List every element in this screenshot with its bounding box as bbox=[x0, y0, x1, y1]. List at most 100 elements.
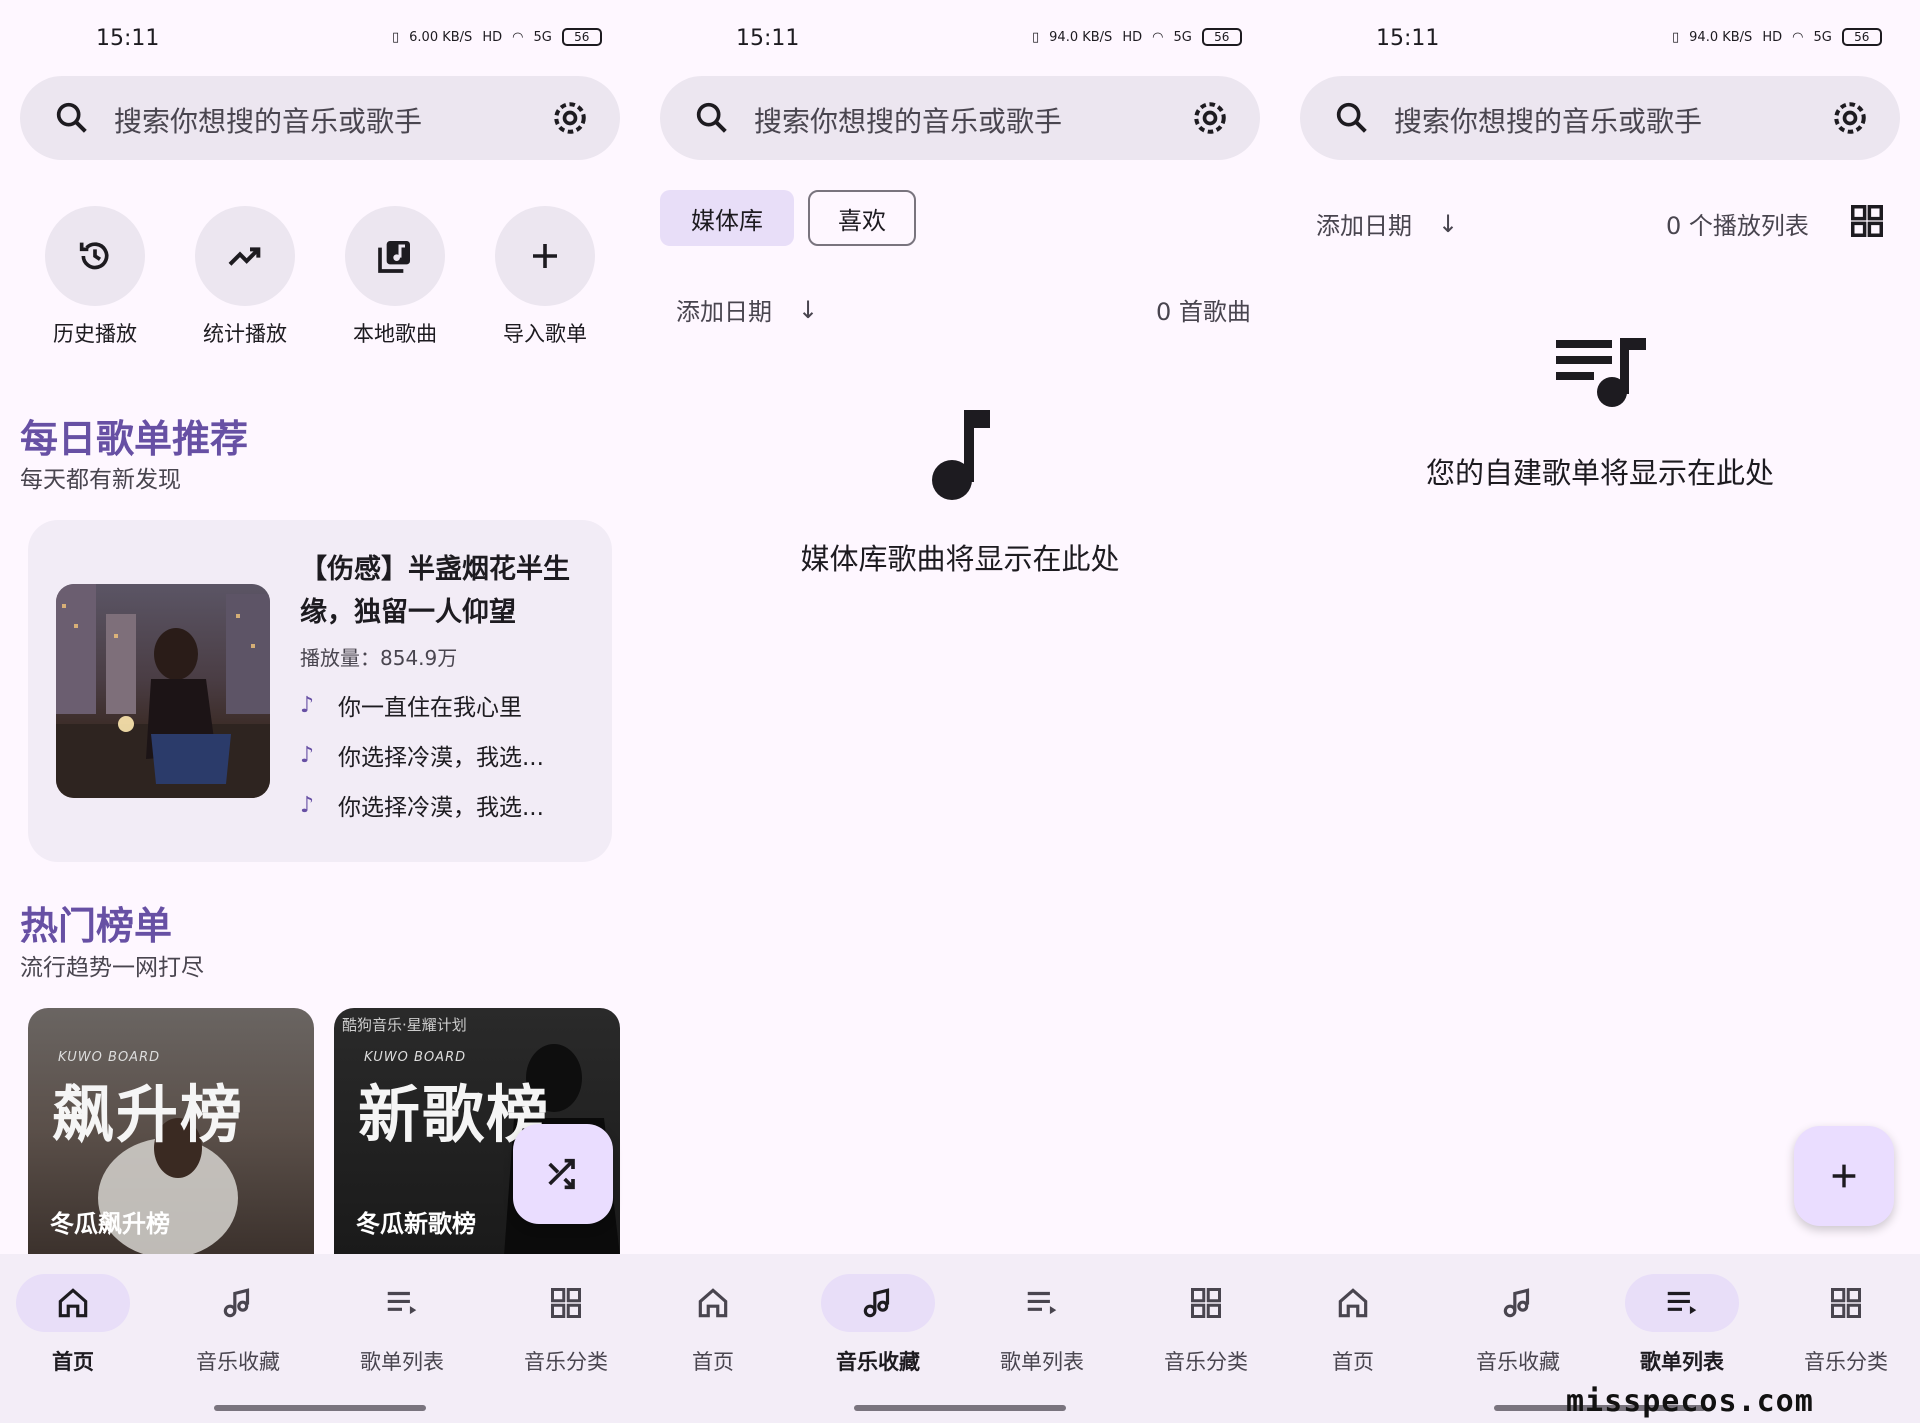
sort-label: 添加日期 bbox=[1316, 212, 1412, 240]
watermark-text: misspecos.com bbox=[1566, 1384, 1814, 1419]
gear-icon[interactable] bbox=[1828, 96, 1872, 140]
nav-home[interactable]: 首页 bbox=[1288, 1274, 1418, 1376]
vibrate-icon: ▯ bbox=[392, 29, 400, 45]
add-playlist-button[interactable] bbox=[1794, 1126, 1894, 1226]
nav-categories[interactable]: 音乐分类 bbox=[501, 1274, 631, 1376]
song-count: 0 首歌曲 bbox=[1156, 298, 1251, 326]
chart-brand: KUWO BOARD bbox=[58, 1050, 161, 1065]
nav-label: 歌单列表 bbox=[1640, 1350, 1724, 1374]
nav-label: 首页 bbox=[692, 1350, 734, 1374]
playlist-icon bbox=[387, 1291, 417, 1315]
hd-badge: HD bbox=[482, 29, 503, 45]
quick-action-stats[interactable]: 统计播放 bbox=[190, 206, 300, 348]
chart-cover-title: 飙升榜 bbox=[52, 1078, 245, 1151]
playlist-count: 0 个播放列表 bbox=[1666, 212, 1809, 240]
quick-action-local[interactable]: 本地歌曲 bbox=[340, 206, 450, 348]
music-collection-icon bbox=[863, 1288, 890, 1318]
nav-label: 首页 bbox=[1332, 1350, 1374, 1374]
sort-control[interactable]: 添加日期 ↓ bbox=[676, 292, 818, 327]
search-placeholder: 搜索你想搜的音乐或歌手 bbox=[114, 105, 423, 138]
empty-playlists-text: 您的自建歌单将显示在此处 bbox=[1425, 456, 1774, 490]
sort-control[interactable]: 添加日期 ↓ bbox=[1316, 206, 1458, 241]
search-bar[interactable]: 搜索你想搜的音乐或歌手 bbox=[660, 76, 1260, 160]
bottom-nav: 首页 音乐收藏 歌单列表 音乐分类 bbox=[0, 1254, 640, 1423]
add-icon bbox=[533, 244, 557, 268]
status-icons: ▯ 94.0 KB/S HD ◠ 5G 56 bbox=[1032, 28, 1242, 46]
gesture-bar[interactable] bbox=[214, 1405, 426, 1411]
nav-playlists[interactable]: 歌单列表 bbox=[1617, 1274, 1747, 1376]
chart-brand: KUWO BOARD bbox=[364, 1050, 467, 1065]
home-screen: 15:11 ▯ 6.00 KB/S HD ◠ 5G 56 搜索你想搜的音乐或歌手… bbox=[0, 0, 640, 1423]
library-screen: 15:11 ▯ 94.0 KB/S HD ◠ 5G 56 搜索你想搜的音乐或歌手… bbox=[640, 0, 1280, 1423]
quick-action-label: 导入歌单 bbox=[503, 322, 587, 346]
wifi-icon: ◠ bbox=[512, 29, 524, 45]
gear-icon[interactable] bbox=[1188, 96, 1232, 140]
playlists-screen: 15:11 ▯ 94.0 KB/S HD ◠ 5G 56 搜索你想搜的音乐或歌手… bbox=[1280, 0, 1920, 1423]
nav-music-collection[interactable]: 音乐收藏 bbox=[1453, 1274, 1583, 1376]
net-speed: 94.0 KB/S bbox=[1049, 29, 1113, 45]
status-icons: ▯ 6.00 KB/S HD ◠ 5G 56 bbox=[392, 28, 602, 46]
music-note-icon: ♪ bbox=[300, 792, 315, 818]
nav-home[interactable]: 首页 bbox=[8, 1274, 138, 1376]
song-item[interactable]: ♪ 你选择冷漠，我选... bbox=[300, 738, 544, 772]
search-icon bbox=[696, 102, 727, 133]
daily-playlist-card[interactable]: 【伤感】半盏烟花半生缘，独留一人仰望 播放量：854.9万 ♪ 你一直住在我心里 … bbox=[28, 520, 612, 862]
playlist-icon bbox=[1027, 1291, 1057, 1315]
quick-action-import[interactable]: 导入歌单 bbox=[490, 206, 600, 348]
category-grid-icon bbox=[551, 1288, 581, 1318]
home-icon bbox=[58, 1288, 88, 1318]
grid-view-icon[interactable] bbox=[1848, 202, 1886, 240]
playlist-title: 【伤感】半盏烟花半生缘，独留一人仰望 bbox=[300, 554, 570, 628]
nav-label: 歌单列表 bbox=[1000, 1350, 1084, 1374]
music-collection-icon bbox=[223, 1288, 250, 1318]
playlist-cover bbox=[56, 584, 270, 798]
signal-label: 5G bbox=[533, 29, 552, 45]
gear-icon[interactable] bbox=[548, 96, 592, 140]
chart-top-text: 酷狗音乐·星耀计划 bbox=[342, 1016, 467, 1034]
daily-title: 每日歌单推荐 bbox=[20, 417, 249, 461]
music-collection-icon bbox=[1503, 1288, 1530, 1318]
search-bar[interactable]: 搜索你想搜的音乐或歌手 bbox=[20, 76, 620, 160]
quick-action-label: 统计播放 bbox=[203, 322, 287, 346]
quick-action-history[interactable]: 历史播放 bbox=[40, 206, 150, 348]
gesture-bar[interactable] bbox=[854, 1405, 1066, 1411]
nav-categories[interactable]: 音乐分类 bbox=[1141, 1274, 1271, 1376]
sort-label: 添加日期 bbox=[676, 298, 772, 326]
nav-music-collection[interactable]: 音乐收藏 bbox=[173, 1274, 303, 1376]
music-note-icon: ♪ bbox=[300, 742, 315, 768]
chip-media-library[interactable]: 媒体库 bbox=[660, 190, 794, 246]
wifi-icon: ◠ bbox=[1152, 29, 1164, 45]
search-icon bbox=[1336, 102, 1367, 133]
nav-playlists[interactable]: 歌单列表 bbox=[337, 1274, 467, 1376]
chart-name: 冬瓜飙升榜 bbox=[50, 1210, 170, 1238]
empty-library-text: 媒体库歌曲将显示在此处 bbox=[800, 542, 1120, 576]
status-time: 15:11 bbox=[1376, 26, 1440, 51]
add-icon bbox=[1832, 1164, 1856, 1188]
shuffle-button[interactable] bbox=[513, 1124, 613, 1224]
nav-playlists[interactable]: 歌单列表 bbox=[977, 1274, 1107, 1376]
nav-home[interactable]: 首页 bbox=[648, 1274, 778, 1376]
history-icon bbox=[79, 242, 109, 270]
chart-card-rising[interactable]: KUWO BOARD 飙升榜 冬瓜飙升榜 bbox=[28, 1008, 314, 1256]
home-icon bbox=[1338, 1288, 1368, 1318]
nav-music-collection[interactable]: 音乐收藏 bbox=[813, 1274, 943, 1376]
playlist-plays: 播放量：854.9万 bbox=[300, 646, 458, 670]
signal-label: 5G bbox=[1173, 29, 1192, 45]
trending-icon bbox=[228, 247, 261, 266]
nav-label: 歌单列表 bbox=[360, 1350, 444, 1374]
playlist-icon bbox=[1667, 1291, 1697, 1315]
music-note-icon bbox=[932, 410, 990, 500]
chip-favorites[interactable]: 喜欢 bbox=[808, 190, 916, 246]
song-title: 你选择冷漠，我选... bbox=[338, 795, 544, 821]
battery-icon: 56 bbox=[561, 28, 602, 46]
quick-action-label: 历史播放 bbox=[53, 322, 137, 346]
nav-categories[interactable]: 音乐分类 bbox=[1781, 1274, 1911, 1376]
search-bar[interactable]: 搜索你想搜的音乐或歌手 bbox=[1300, 76, 1900, 160]
song-item[interactable]: ♪ 你选择冷漠，我选... bbox=[300, 788, 544, 822]
nav-label: 首页 bbox=[52, 1350, 94, 1374]
song-title: 你一直住在我心里 bbox=[338, 695, 522, 721]
signal-label: 5G bbox=[1813, 29, 1832, 45]
battery-icon: 56 bbox=[1201, 28, 1242, 46]
search-icon bbox=[56, 102, 87, 133]
song-item[interactable]: ♪ 你一直住在我心里 bbox=[300, 688, 522, 722]
